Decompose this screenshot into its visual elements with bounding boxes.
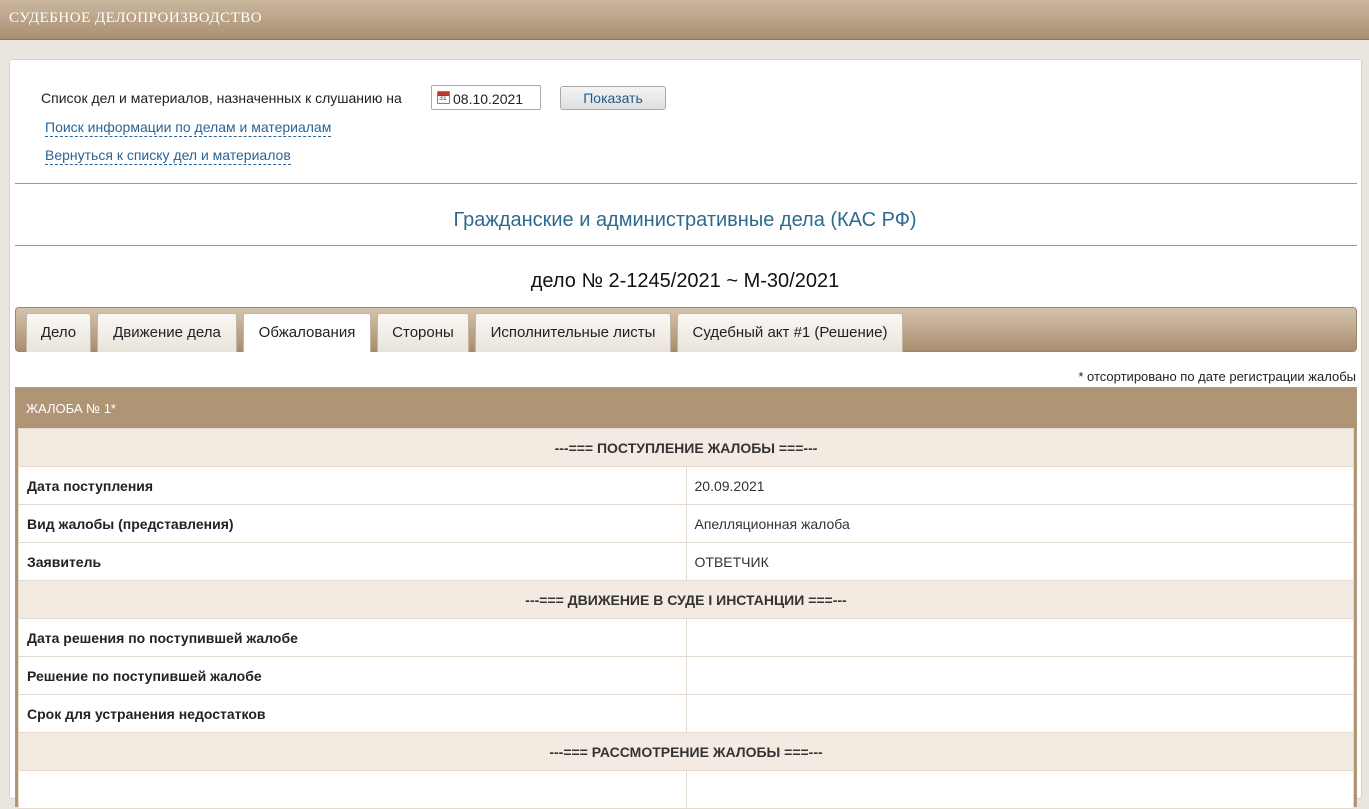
row-value: 20.09.2021 (685, 466, 1354, 505)
tab-writs-of-execution[interactable]: Исполнительные листы (475, 313, 671, 352)
row-label: Заявитель (18, 542, 687, 581)
row-label: Вид жалобы (представления) (18, 504, 687, 543)
complaint-block: ЖАЛОБА № 1* ---=== ПОСТУПЛЕНИЕ ЖАЛОБЫ ==… (15, 387, 1357, 809)
table-row: Вид жалобы (представления) Апелляционная… (18, 504, 1354, 543)
divider (15, 245, 1357, 246)
table-row: Заявитель ОТВЕТЧИК (18, 542, 1354, 581)
section-row: ---=== ДВИЖЕНИЕ В СУДЕ I ИНСТАНЦИИ ===--… (18, 580, 1354, 619)
divider (15, 183, 1357, 184)
row-label: Срок для устранения недостатков (18, 694, 687, 733)
row-value (685, 618, 1354, 657)
calendar-icon[interactable] (437, 91, 450, 104)
row-label (18, 770, 687, 809)
show-button[interactable]: Показать (560, 86, 666, 110)
tab-parties[interactable]: Стороны (377, 313, 469, 352)
main-panel: Список дел и материалов, назначенных к с… (9, 59, 1362, 809)
section-heading: ---=== ДВИЖЕНИЕ В СУДЕ I ИНСТАНЦИИ ===--… (18, 580, 1354, 619)
complaint-table: ---=== ПОСТУПЛЕНИЕ ЖАЛОБЫ ===--- Дата по… (18, 428, 1354, 809)
tab-case-movement[interactable]: Движение дела (97, 313, 237, 352)
section-heading: ---=== ПОСТУПЛЕНИЕ ЖАЛОБЫ ===--- (18, 428, 1354, 467)
row-value: Апелляционная жалоба (685, 504, 1354, 543)
tab-case[interactable]: Дело (26, 313, 91, 352)
row-value: ОТВЕТЧИК (685, 542, 1354, 581)
row-value (685, 656, 1354, 695)
table-row: Срок для устранения недостатков (18, 694, 1354, 733)
row-label: Решение по поступившей жалобе (18, 656, 687, 695)
hearing-date-input[interactable]: 08.10.2021 (431, 85, 541, 110)
section-heading: ---=== РАССМОТРЕНИЕ ЖАЛОБЫ ===--- (18, 732, 1354, 771)
table-row: Дата решения по поступившей жалобе (18, 618, 1354, 657)
top-header-bar: СУДЕБНОЕ ДЕЛОПРОИЗВОДСТВО (0, 0, 1369, 40)
hearing-list-label: Список дел и материалов, назначенных к с… (41, 90, 402, 106)
section-row: ---=== РАССМОТРЕНИЕ ЖАЛОБЫ ===--- (18, 732, 1354, 771)
row-value (685, 694, 1354, 733)
back-to-list-link[interactable]: Вернуться к списку дел и материалов (45, 147, 291, 165)
tab-appeals[interactable]: Обжалования (243, 313, 371, 352)
section-row: ---=== ПОСТУПЛЕНИЕ ЖАЛОБЫ ===--- (18, 428, 1354, 467)
table-row (18, 770, 1354, 809)
row-value (685, 770, 1354, 809)
tab-judicial-act[interactable]: Судебный акт #1 (Решение) (677, 313, 903, 352)
search-cases-link[interactable]: Поиск информации по делам и материалам (45, 119, 332, 137)
section-title: Гражданские и административные дела (КАС… (453, 209, 917, 231)
row-label: Дата поступления (18, 466, 687, 505)
complaint-title: ЖАЛОБА № 1* (26, 401, 116, 416)
app-title: СУДЕБНОЕ ДЕЛОПРОИЗВОДСТВО (9, 10, 263, 26)
case-number-heading: дело № 2-1245/2021 ~ М-30/2021 (530, 270, 840, 292)
hearing-date-value: 08.10.2021 (453, 91, 524, 107)
sort-note: * отсортировано по дате регистрации жало… (1078, 369, 1356, 384)
table-row: Решение по поступившей жалобе (18, 656, 1354, 695)
case-tabs: Дело Движение дела Обжалования Стороны И… (15, 307, 1357, 352)
row-label: Дата решения по поступившей жалобе (18, 618, 687, 657)
table-row: Дата поступления 20.09.2021 (18, 466, 1354, 505)
